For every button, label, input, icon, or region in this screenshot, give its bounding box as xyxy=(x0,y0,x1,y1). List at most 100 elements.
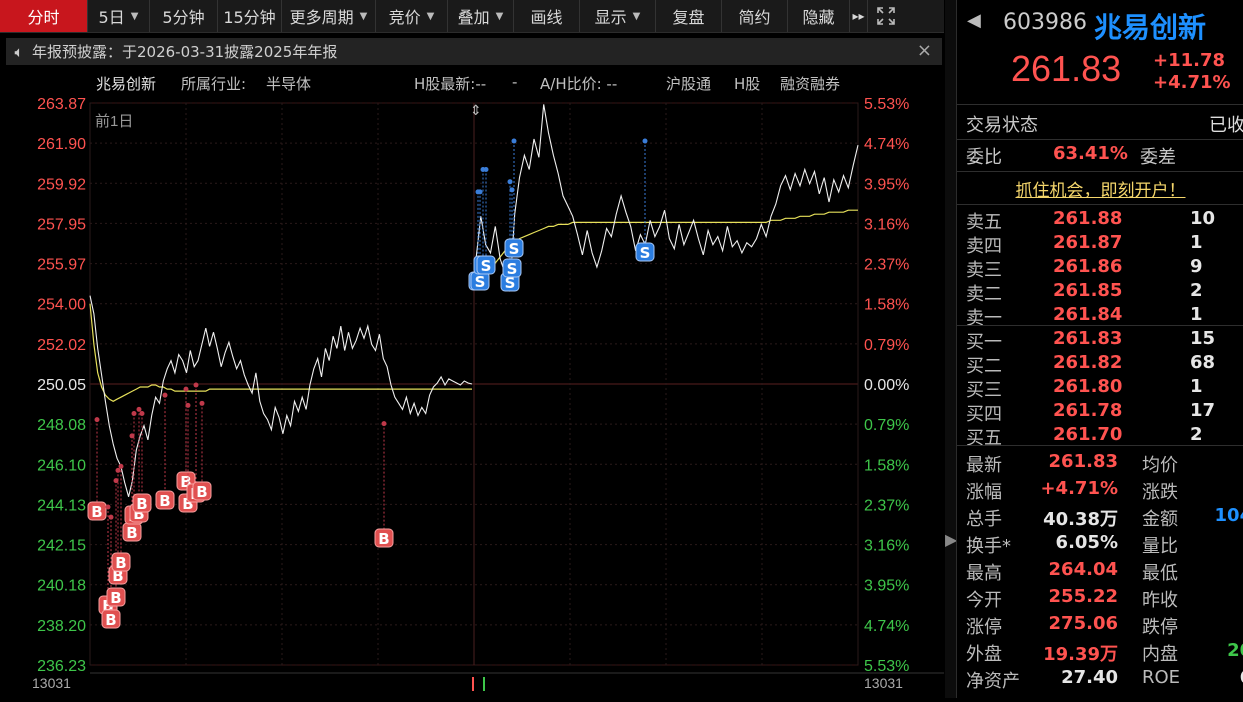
asks-row[interactable]: 卖四 261.87 1 xyxy=(957,232,1243,257)
pct-tick-label: 2.37% xyxy=(864,497,909,514)
sell-mark-dot xyxy=(477,189,483,195)
stats-row: 涨幅+4.71%涨跌▲11 xyxy=(957,478,1243,505)
bids-price: 261.83 xyxy=(1053,328,1123,349)
intraday-chart[interactable]: 263.87 5.53% 261.90 4.74% 259.92 3.95% 257.95 3… xyxy=(0,95,944,698)
toolbar-item-1[interactable]: 5日 ▼ xyxy=(88,0,150,32)
toolbar-item-8[interactable]: 显示 ▼ xyxy=(580,0,656,32)
toolbar-item-9[interactable]: 复盘 xyxy=(656,0,722,32)
toolbar-item-3[interactable]: 15分钟 xyxy=(218,0,282,32)
stat-label: 昨收 xyxy=(1142,590,1178,611)
asks-row[interactable]: 卖三 261.86 9 xyxy=(957,256,1243,281)
close-icon[interactable]: × xyxy=(917,40,932,61)
pct-tick-label: 0.00% xyxy=(864,377,909,394)
h-share-tag[interactable]: H股 xyxy=(734,73,760,94)
price-tick-label: 254.00 xyxy=(37,297,86,314)
stock-code: 603986 xyxy=(1003,10,1087,35)
stock-name-label: 兆易创新 xyxy=(96,75,157,93)
bids-row[interactable]: 买三 261.80 1 xyxy=(957,376,1243,401)
panel-divider[interactable] xyxy=(945,0,956,698)
sell-mark-dot xyxy=(511,138,517,144)
toolbar-item-6[interactable]: 叠加 ▼ xyxy=(448,0,514,32)
toolbar-item-0[interactable]: 分时 xyxy=(0,0,88,32)
day-label: 前1日 xyxy=(95,113,134,130)
day2-avg-line xyxy=(475,209,858,273)
price-tick-label: 261.90 xyxy=(37,136,86,153)
stat-label: 最低 xyxy=(1142,563,1178,584)
price-tick-label: 255.97 xyxy=(37,257,86,274)
toolbar-item-5[interactable]: 竞价 ▼ xyxy=(376,0,448,32)
chart-svg: 263.87 5.53% 261.90 4.74% 259.92 3.95% 257.95 3… xyxy=(37,96,944,691)
notice-text: 年报预披露：于2026-03-31披露2025年年报 xyxy=(32,43,338,61)
trading-status-value: 已收 xyxy=(1209,115,1243,136)
toolbar-item-label: 更多周期 xyxy=(289,8,354,27)
asks-label: 卖三 xyxy=(966,260,1002,281)
stat-value: 27.40 xyxy=(1061,667,1118,688)
open-account-link[interactable]: 抓住机会，即刻开户！ xyxy=(1016,181,1186,201)
stat-label: 量比 xyxy=(1142,536,1178,557)
stat-value: +4.71% xyxy=(1040,478,1118,499)
day1-avg-line xyxy=(89,303,472,402)
buy-mark-dot xyxy=(105,504,111,510)
buy-mark-label: B xyxy=(115,554,126,572)
double-chevron-right-icon[interactable]: ▸▸ xyxy=(850,0,868,32)
stat-value: 40.38万 xyxy=(1043,509,1118,530)
margin-tag[interactable]: 融资融券 xyxy=(780,73,840,94)
asks-row[interactable]: 卖二 261.85 2 xyxy=(957,280,1243,305)
asks-label: 卖二 xyxy=(966,284,1002,305)
fullscreen-icon[interactable] xyxy=(868,0,904,32)
buy-mark-dot xyxy=(185,402,191,408)
pct-tick-label: 5.53% xyxy=(864,658,909,675)
toolbar-item-label: 复盘 xyxy=(672,8,705,27)
volume-label-left: 13031 xyxy=(32,675,71,691)
pct-tick-label: 3.95% xyxy=(864,578,909,595)
dropdown-caret-icon: ▼ xyxy=(359,10,368,22)
toolbar-item-10[interactable]: 简约 xyxy=(722,0,788,32)
bids-volume: 17 xyxy=(1190,400,1216,421)
bids-volume: 2 xyxy=(1190,424,1203,445)
day-split-marker: ⇕ xyxy=(470,103,482,119)
buy-mark-label: B xyxy=(378,530,389,548)
order-ratio-label: 委比 xyxy=(966,147,1002,168)
stat-value: 275.06 xyxy=(1048,613,1118,634)
stat-label: 最新 xyxy=(966,455,1002,476)
asks-label: 卖一 xyxy=(966,308,1002,329)
toolbar-item-label: 显示 xyxy=(594,8,627,27)
dropdown-caret-icon: ▼ xyxy=(426,10,435,22)
sell-mark-label: S xyxy=(481,257,492,275)
volume-bar xyxy=(483,677,485,691)
dropdown-caret-icon: ▼ xyxy=(495,10,504,22)
bids-label: 买二 xyxy=(966,356,1002,377)
toolbar-item-2[interactable]: 5分钟 xyxy=(150,0,218,32)
shgt-tag[interactable]: 沪股通 xyxy=(666,73,711,94)
stats-row: 最高264.04最低254 xyxy=(957,559,1243,586)
toolbar-item-4[interactable]: 更多周期 ▼ xyxy=(282,0,376,32)
industry-value[interactable]: 半导体 xyxy=(266,73,311,94)
pct-tick-label: 2.37% xyxy=(864,257,909,274)
bids-row[interactable]: 买四 261.78 17 xyxy=(957,400,1243,425)
stat-label: 涨跌 xyxy=(1142,482,1178,503)
asks-row[interactable]: 卖五 261.88 10 xyxy=(957,208,1243,233)
last-price: 261.83 xyxy=(1011,48,1122,89)
toolbar-item-11[interactable]: 隐藏 xyxy=(788,0,850,32)
bids-label: 买五 xyxy=(966,428,1002,449)
bids-price: 261.82 xyxy=(1053,352,1123,373)
stat-label: 净资产 xyxy=(966,671,1020,692)
price-tick-label: 238.20 xyxy=(37,618,86,635)
asks-volume: 1 xyxy=(1190,304,1203,325)
pct-tick-label: 5.53% xyxy=(864,96,909,113)
toolbar-item-label: 简约 xyxy=(738,8,771,27)
bids-row[interactable]: 买一 261.83 15 xyxy=(957,328,1243,353)
stat-label: 今开 xyxy=(966,590,1002,611)
asks-volume: 9 xyxy=(1190,256,1203,277)
quote-panel: ◀ 603986 兆易创新 261.83 +11.78 +4.71% 交易状态 … xyxy=(956,0,1243,698)
price-tick-label: 248.08 xyxy=(37,417,86,434)
h-share-dash: - xyxy=(512,73,518,91)
buy-mark-label: B xyxy=(159,492,170,510)
toolbar-item-7[interactable]: 画线 xyxy=(514,0,580,32)
bids-row[interactable]: 买二 261.82 68 xyxy=(957,352,1243,377)
pct-tick-label: 1.58% xyxy=(864,457,909,474)
back-icon[interactable]: ◀ xyxy=(967,10,981,31)
stat-label: 涨幅 xyxy=(966,482,1002,503)
pct-tick-label: 4.74% xyxy=(864,136,909,153)
stat-value: 6.05% xyxy=(1055,532,1118,553)
